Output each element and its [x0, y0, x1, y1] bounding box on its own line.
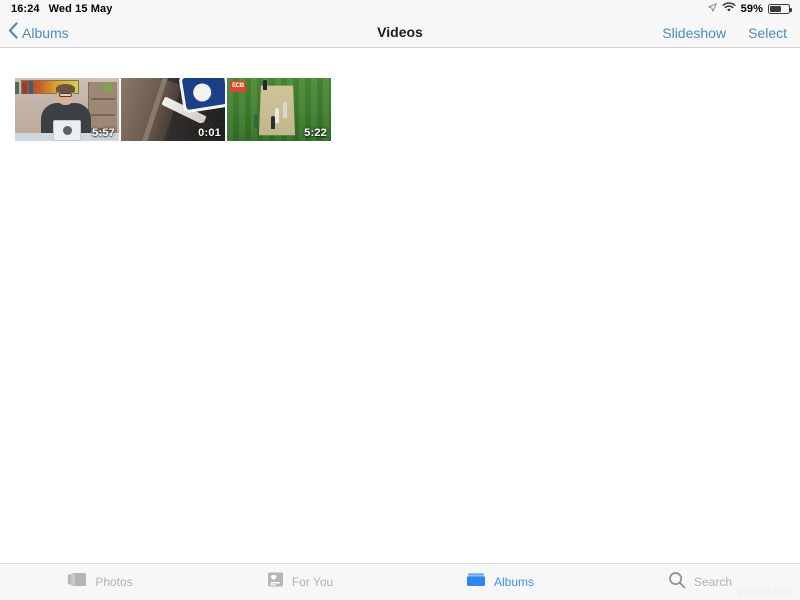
tab-photos[interactable]: Photos [0, 564, 200, 600]
albums-folder-icon [466, 571, 486, 593]
video-thumbnail-road-sign[interactable]: 0:01 [121, 78, 225, 141]
video-thumbnail-cricket[interactable]: ECB 5:22 [227, 78, 331, 141]
tab-photos-label: Photos [95, 575, 133, 589]
thumb1-plant [103, 83, 113, 92]
thumb3-player [283, 102, 287, 118]
thumb1-book [15, 82, 19, 94]
thumb3-player [263, 80, 267, 90]
thumb3-broadcast-logo: ECB [230, 81, 246, 92]
slideshow-button[interactable]: Slideshow [662, 25, 726, 41]
navigation-actions: Slideshow Select [662, 18, 787, 47]
video-duration-label: 0:01 [198, 127, 221, 139]
thumb1-book [29, 81, 33, 94]
video-thumbnail-person-desk[interactable]: 5:57 [15, 78, 119, 141]
tab-search-label: Search [693, 575, 733, 589]
location-arrow-icon [707, 3, 717, 15]
thumb1-tablet [53, 120, 81, 141]
status-date: Wed 15 May [48, 3, 113, 15]
thumb1-person-glasses [59, 93, 72, 97]
thumb1-book [23, 83, 27, 94]
photos-stack-icon [67, 571, 87, 593]
status-bar-right: 59% [707, 2, 792, 16]
status-bar: 16:24 Wed 15 May 59% [0, 0, 800, 18]
thumb3-player [271, 116, 275, 129]
tab-for-you[interactable]: For You [200, 564, 400, 600]
video-duration-label: 5:22 [304, 127, 327, 139]
wifi-icon [722, 2, 736, 16]
navigation-bar: Albums Videos Slideshow Select [0, 18, 800, 48]
thumb3-player [275, 108, 279, 123]
search-magnifier-icon [668, 571, 686, 594]
battery-percent-label: 59% [740, 3, 763, 15]
watermark: wsxdn.com [737, 586, 794, 598]
video-duration-label: 5:57 [92, 127, 115, 139]
select-button[interactable]: Select [748, 25, 787, 41]
tab-bar: Photos For You Albums Search [0, 563, 800, 600]
status-time: 16:24 [11, 3, 40, 15]
thumb1-person-hair [56, 84, 75, 93]
tab-for-you-label: For You [291, 575, 334, 589]
for-you-heart-card-icon [267, 571, 284, 593]
tab-albums[interactable]: Albums [400, 564, 600, 600]
battery-icon [768, 4, 792, 14]
status-bar-left: 16:24 Wed 15 May [8, 3, 112, 15]
thumb3-player [254, 114, 258, 128]
tab-albums-label: Albums [493, 575, 534, 589]
videos-album-content: 5:57 0:01 ECB 5:22 [0, 49, 800, 563]
video-thumbnail-grid: 5:57 0:01 ECB 5:22 [15, 78, 331, 141]
